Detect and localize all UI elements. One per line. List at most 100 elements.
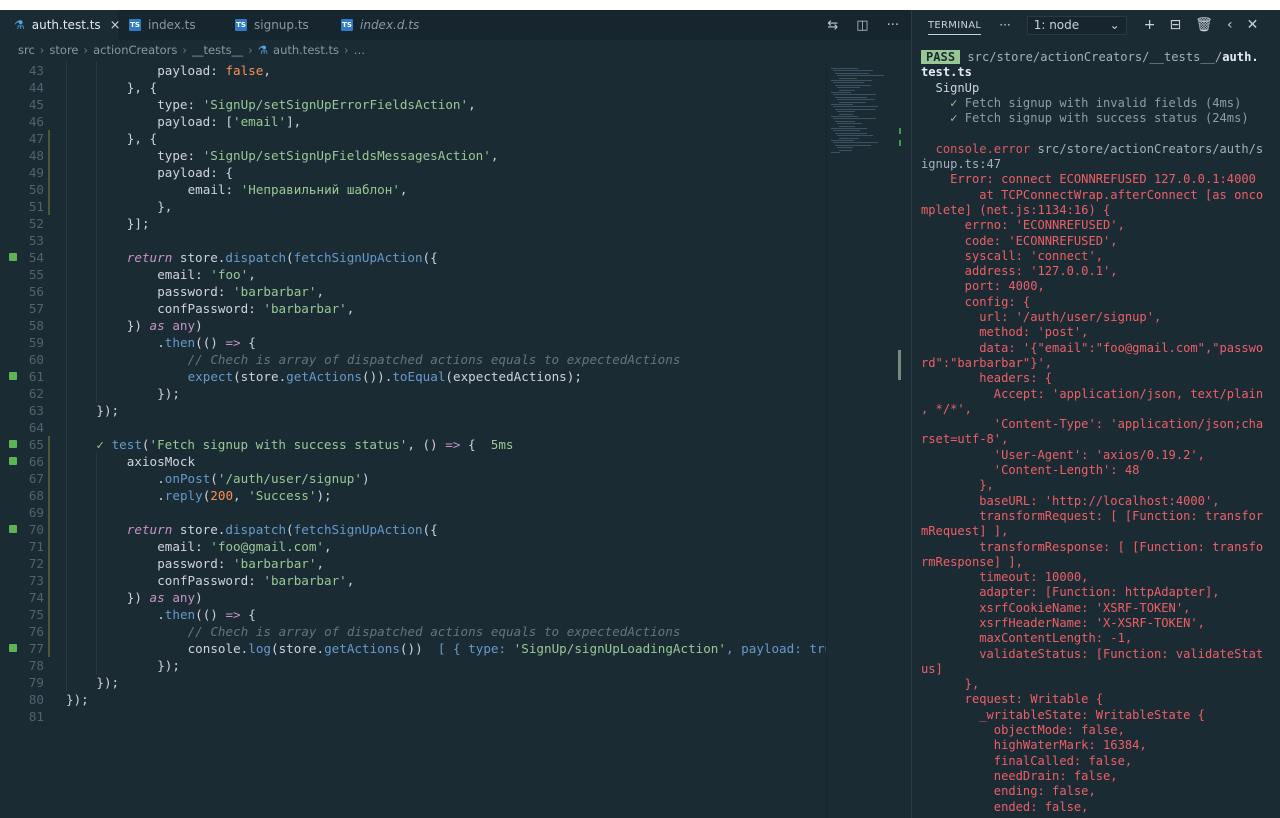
- crumb[interactable]: auth.test.ts: [273, 43, 339, 57]
- split-terminal-icon[interactable]: ⊟: [1169, 17, 1181, 33]
- code-line[interactable]: 57 confPassword: 'barbarbar',: [0, 300, 826, 317]
- chevron-right-icon: ›: [182, 43, 188, 57]
- terminal-line: highWaterMark: 16384,: [921, 738, 1147, 753]
- code-line[interactable]: 64: [0, 419, 826, 436]
- code-line[interactable]: 51},: [0, 198, 826, 215]
- code-line[interactable]: 80});: [0, 691, 826, 708]
- tab-auth-test[interactable]: ⚗ auth.test.ts ×: [0, 10, 121, 40]
- terminal-line: 'Content-Type': 'application/json;cha: [921, 417, 1264, 432]
- code-text: ✓ test('Fetch signup with success status…: [96, 437, 514, 452]
- more-actions-icon[interactable]: ···: [887, 18, 899, 33]
- code-line[interactable]: 78});: [0, 657, 826, 674]
- line-number: 53: [28, 233, 44, 248]
- code-line[interactable]: 77 console.log(store.getActions()) [ { ty…: [0, 640, 826, 657]
- chevron-right-icon: ›: [39, 43, 45, 57]
- line-number: 48: [28, 148, 44, 163]
- code-line[interactable]: 81: [0, 708, 826, 725]
- minimap-line: [833, 106, 878, 108]
- terminal-line: ended: false,: [921, 799, 1089, 814]
- line-number: 69: [28, 505, 44, 520]
- code-line[interactable]: 49 payload: {: [0, 164, 826, 181]
- tab-signup[interactable]: TS signup.ts: [224, 10, 330, 40]
- code-line[interactable]: 50 email: 'Неправильний шаблон',: [0, 181, 826, 198]
- code-line[interactable]: 62});: [0, 385, 826, 402]
- code-line[interactable]: 68 .reply(200, 'Success');: [0, 487, 826, 504]
- test-pass-marker[interactable]: [9, 644, 17, 652]
- code-line[interactable]: 53: [0, 232, 826, 249]
- crumb[interactable]: actionCreators: [93, 43, 177, 57]
- code-text: confPassword: 'barbarbar',: [157, 301, 355, 316]
- close-panel-icon[interactable]: ✕: [1247, 17, 1259, 33]
- editor-scrollbar[interactable]: [898, 350, 901, 380]
- code-line[interactable]: 72 password: 'barbarbar',: [0, 555, 826, 572]
- code-line[interactable]: 54 return store.dispatch(fetchSignUpActio…: [0, 249, 826, 266]
- code-line[interactable]: 69: [0, 504, 826, 521]
- code-line[interactable]: 66 axiosMock: [0, 453, 826, 470]
- test-pass-marker[interactable]: [9, 525, 17, 533]
- code-line[interactable]: 73 confPassword: 'barbarbar',: [0, 572, 826, 589]
- more-icon[interactable]: ···: [999, 18, 1010, 32]
- test-pass-marker[interactable]: [9, 457, 17, 465]
- compare-changes-icon[interactable]: ⇆: [827, 18, 838, 33]
- line-number: 70: [28, 522, 44, 537]
- code-line[interactable]: 48 type: 'SignUp/setSignUpFieldsMessagesA…: [0, 147, 826, 164]
- line-number: 63: [28, 403, 44, 418]
- plus-icon[interactable]: +: [1144, 17, 1156, 33]
- terminal-output[interactable]: PASS src/store/actionCreators/__tests__/…: [921, 50, 1277, 818]
- code-line[interactable]: 63});: [0, 402, 826, 419]
- chevron-left-icon[interactable]: ‹: [1227, 17, 1233, 33]
- terminal-line: validateStatus: [Function: validateStat: [921, 646, 1264, 661]
- code-line[interactable]: 56 password: 'barbarbar',: [0, 283, 826, 300]
- trash-icon[interactable]: 🗑: [1195, 17, 1213, 33]
- terminal-panel: TERMINAL ··· 1: node ⌄ + ⊟ 🗑 ‹ ✕ PASS sr…: [911, 10, 1280, 818]
- code-line[interactable]: 44}, {: [0, 79, 826, 96]
- terminal-line: maxContentLength: -1,: [921, 631, 1133, 646]
- code-line[interactable]: 59 .then(() => {: [0, 334, 826, 351]
- terminal-tab[interactable]: TERMINAL: [928, 16, 982, 35]
- minimap-line: [835, 72, 870, 74]
- line-number: 68: [28, 488, 44, 503]
- test-pass-marker[interactable]: [9, 440, 17, 448]
- line-number: 55: [28, 267, 44, 282]
- code-line[interactable]: 55 email: 'foo',: [0, 266, 826, 283]
- code-line[interactable]: 58}) as any): [0, 317, 826, 334]
- code-line[interactable]: 75 .then(() => {: [0, 606, 826, 623]
- terminal-line: },: [921, 677, 980, 692]
- code-text: return store.dispatch(fetchSignUpAction(…: [126, 522, 438, 537]
- code-text: });: [96, 403, 120, 418]
- code-line[interactable]: 46 payload: ['email'],: [0, 113, 826, 130]
- code-line[interactable]: 52}];: [0, 215, 826, 232]
- terminal-select[interactable]: 1: node ⌄: [1026, 15, 1127, 35]
- code-line[interactable]: 61 expect(store.getActions()).toEqual(exp…: [0, 368, 826, 385]
- terminal-line: },: [921, 478, 994, 493]
- code-line[interactable]: 76 // Chech is array of dispatched action…: [0, 623, 826, 640]
- code-line[interactable]: 47}, {: [0, 130, 826, 147]
- crumb[interactable]: …: [354, 43, 366, 57]
- editor-actions: ⇆ ◫ ···: [827, 10, 899, 40]
- minimap-line: [835, 96, 868, 98]
- test-pass-marker[interactable]: [9, 253, 17, 261]
- code-line[interactable]: 79});: [0, 674, 826, 691]
- code-text: confPassword: 'barbarbar',: [157, 573, 355, 588]
- code-line[interactable]: 45 type: 'SignUp/setSignUpErrorFieldsActi…: [0, 96, 826, 113]
- test-pass-marker[interactable]: [9, 372, 17, 380]
- code-line[interactable]: 65 ✓ test('Fetch signup with success stat…: [0, 436, 826, 453]
- crumb[interactable]: __tests__: [192, 43, 243, 57]
- minimap-line: [835, 84, 871, 86]
- code-editor[interactable]: 43 payload: false, 44}, {45 type: 'SignUp/s…: [0, 60, 826, 818]
- tab-index-d[interactable]: TS index.d.ts: [330, 10, 440, 40]
- code-line[interactable]: 71 email: 'foo@gmail.com',: [0, 538, 826, 555]
- split-editor-icon[interactable]: ◫: [856, 18, 868, 33]
- crumb[interactable]: src: [18, 43, 35, 57]
- code-line[interactable]: 60 // Chech is array of dispatched action…: [0, 351, 826, 368]
- minimap[interactable]: [826, 60, 911, 818]
- code-line[interactable]: 74}) as any): [0, 589, 826, 606]
- code-line[interactable]: 43 payload: false,: [0, 62, 826, 79]
- code-line[interactable]: 70 return store.dispatch(fetchSignUpActio…: [0, 521, 826, 538]
- crumb[interactable]: store: [49, 43, 78, 57]
- tab-label: signup.ts: [254, 18, 309, 32]
- minimap-line: [835, 132, 868, 134]
- code-line[interactable]: 67 .onPost('/auth/user/signup'): [0, 470, 826, 487]
- tab-index[interactable]: TS index.ts: [118, 10, 224, 40]
- minimap-line: [833, 70, 873, 72]
